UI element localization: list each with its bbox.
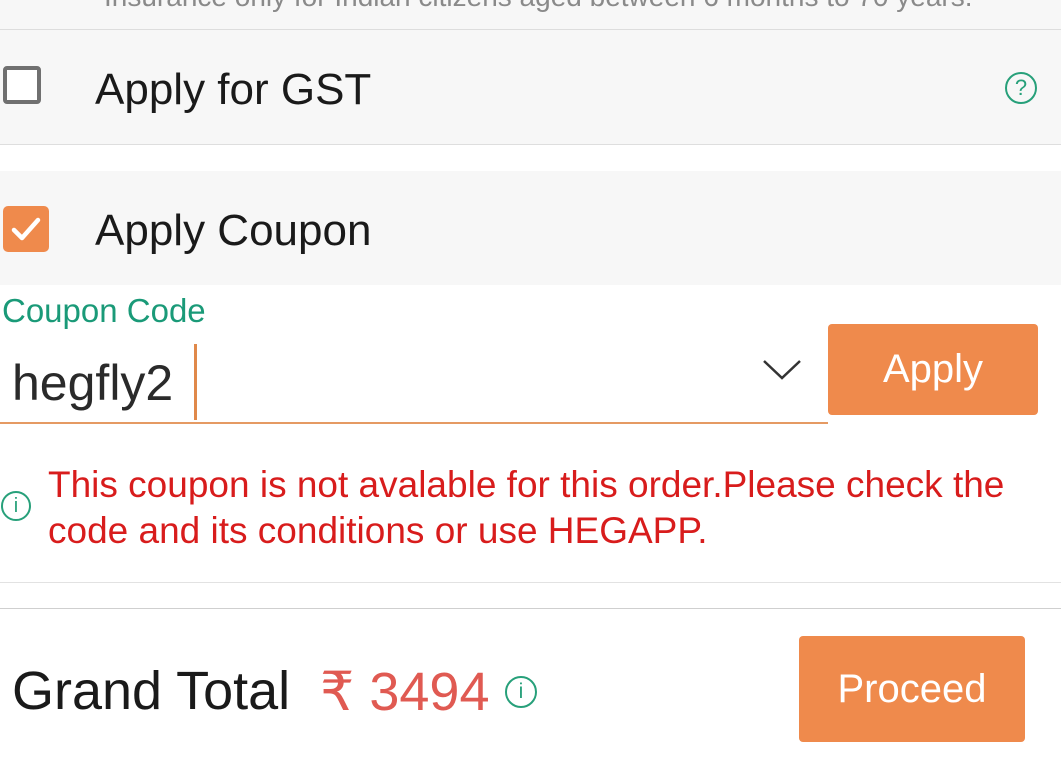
divider	[0, 582, 1061, 583]
gst-label[interactable]: Apply for GST	[95, 65, 371, 115]
divider	[0, 608, 1061, 609]
apply-coupon-button[interactable]: Apply	[828, 324, 1038, 415]
gst-checkbox[interactable]	[3, 66, 41, 104]
coupon-error-message: This coupon is not avalable for this ord…	[48, 464, 1005, 551]
text-cursor	[194, 344, 197, 420]
chevron-down-icon[interactable]	[762, 358, 802, 382]
question-circle-icon[interactable]: ?	[1005, 72, 1037, 104]
coupon-toggle-label[interactable]: Apply Coupon	[95, 206, 371, 256]
coupon-code-input[interactable]: hegfly2	[0, 336, 828, 424]
eligibility-note: Insurance only for Indian citizens aged …	[0, 0, 1061, 30]
coupon-checkbox[interactable]	[3, 206, 49, 252]
checkmark-icon	[11, 217, 41, 241]
info-icon: i	[1, 491, 31, 521]
coupon-code-value[interactable]: hegfly2	[12, 354, 173, 412]
gst-row[interactable]: Apply for GST ?	[0, 30, 1061, 145]
eligibility-note-text: Insurance only for Indian citizens aged …	[104, 0, 973, 13]
coupon-code-label: Coupon Code	[2, 292, 206, 329]
grand-total-amount: ₹ 3494	[320, 662, 490, 722]
coupon-row[interactable]: Apply Coupon	[0, 171, 1061, 285]
price-info-icon[interactable]: i	[505, 676, 537, 708]
grand-total-label: Grand Total	[12, 661, 291, 721]
proceed-button[interactable]: Proceed	[799, 636, 1025, 742]
